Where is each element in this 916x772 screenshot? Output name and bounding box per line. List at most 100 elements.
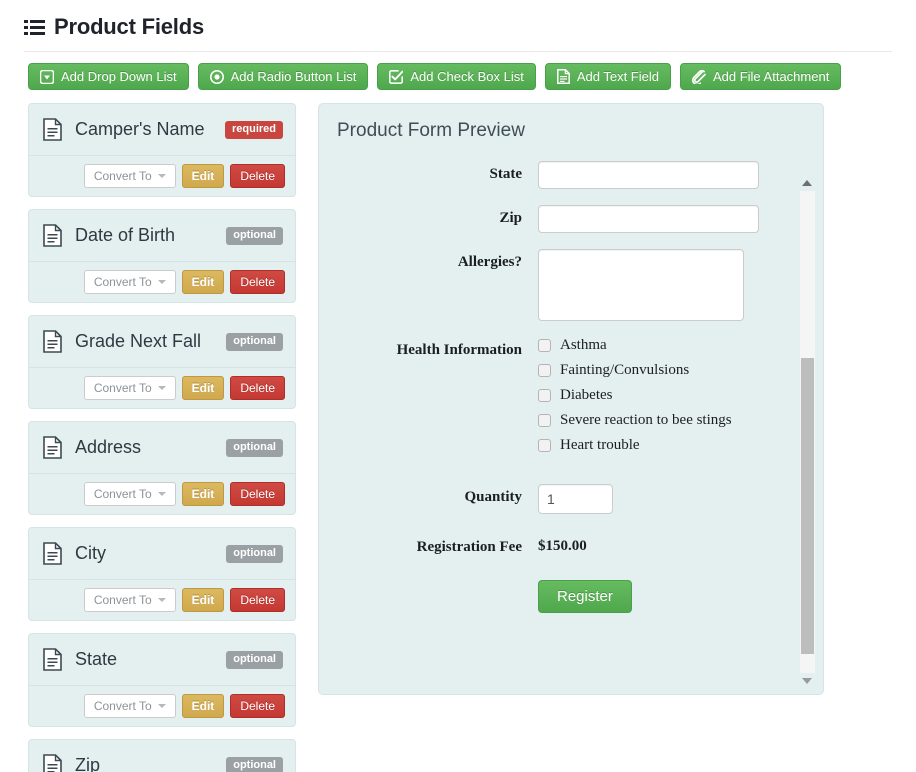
checkbox-option[interactable]: Fainting/Convulsions xyxy=(538,362,795,379)
field-card-actions: Convert To Edit Delete xyxy=(29,685,295,726)
quantity-input[interactable]: 1 xyxy=(538,484,613,514)
convert-to-label: Convert To xyxy=(93,593,152,607)
list-icon xyxy=(24,19,45,36)
add-check-box-list-button[interactable]: Add Check Box List xyxy=(377,63,536,90)
form-row-health-information: Health Information Asthma Fainting/Convu… xyxy=(319,337,795,462)
product-form-preview-panel: Product Form Preview State Zip Allergies… xyxy=(318,103,824,695)
checkbox-icon[interactable] xyxy=(538,389,551,402)
delete-button[interactable]: Delete xyxy=(230,270,285,294)
checkbox-icon[interactable] xyxy=(538,364,551,377)
checkbox-option[interactable]: Heart trouble xyxy=(538,437,795,454)
main-layout: Camper's Name required Convert To Edit D… xyxy=(0,90,916,772)
document-icon xyxy=(43,648,62,671)
field-name: Date of Birth xyxy=(75,225,176,245)
status-badge: optional xyxy=(226,438,283,457)
field-card-header: Date of Birth optional xyxy=(29,210,295,261)
form-row-quantity: Quantity 1 xyxy=(319,484,795,514)
chevron-down-icon xyxy=(157,598,166,602)
checkbox-icon[interactable] xyxy=(538,414,551,427)
field-name: State xyxy=(75,649,118,669)
edit-button[interactable]: Edit xyxy=(181,482,225,506)
scrollbar-thumb[interactable] xyxy=(801,358,814,654)
add-text-field-button[interactable]: Add Text Field xyxy=(544,63,671,90)
checkbox-label: Heart trouble xyxy=(560,437,640,453)
preview-scrollbar[interactable] xyxy=(800,178,815,686)
preview-column: Product Form Preview State Zip Allergies… xyxy=(318,103,824,695)
radio-icon xyxy=(209,69,224,84)
registration-fee-value: $150.00 xyxy=(538,538,587,554)
convert-to-label: Convert To xyxy=(93,169,152,183)
convert-to-dropdown[interactable]: Convert To xyxy=(83,164,176,188)
field-card: Grade Next Fall optional Convert To Edit… xyxy=(28,315,296,409)
form-row-registration-fee: Registration Fee $150.00 xyxy=(319,534,795,556)
field-card: Address optional Convert To Edit Delete xyxy=(28,421,296,515)
convert-to-dropdown[interactable]: Convert To xyxy=(83,588,176,612)
field-card: Camper's Name required Convert To Edit D… xyxy=(28,103,296,197)
button-label: Add Drop Down List xyxy=(61,69,177,84)
edit-button[interactable]: Edit xyxy=(181,164,225,188)
field-name: Camper's Name xyxy=(75,119,205,139)
document-icon xyxy=(43,542,62,565)
scroll-up-arrow-icon[interactable] xyxy=(802,180,812,186)
field-card: Date of Birth optional Convert To Edit D… xyxy=(28,209,296,303)
chevron-down-icon xyxy=(157,386,166,390)
status-badge: required xyxy=(224,120,283,139)
quantity-label: Quantity xyxy=(464,489,522,505)
document-icon xyxy=(43,436,62,459)
button-label: Add Radio Button List xyxy=(230,69,357,84)
add-radio-button-list-button[interactable]: Add Radio Button List xyxy=(197,63,369,90)
edit-button[interactable]: Edit xyxy=(181,588,225,612)
chevron-down-icon xyxy=(157,704,166,708)
edit-button[interactable]: Edit xyxy=(181,376,225,400)
convert-to-label: Convert To xyxy=(93,699,152,713)
field-card-actions: Convert To Edit Delete xyxy=(29,473,295,514)
checkbox-option[interactable]: Diabetes xyxy=(538,387,795,404)
status-badge: optional xyxy=(226,332,283,351)
document-icon xyxy=(43,754,62,772)
document-icon xyxy=(43,224,62,247)
form-row-state: State xyxy=(319,161,795,189)
convert-to-dropdown[interactable]: Convert To xyxy=(83,482,176,506)
field-card-header: Address optional xyxy=(29,422,295,473)
state-input[interactable] xyxy=(538,161,759,189)
page-header: Product Fields xyxy=(0,0,916,40)
convert-to-label: Convert To xyxy=(93,487,152,501)
checkbox-option[interactable]: Severe reaction to bee stings xyxy=(538,412,795,429)
convert-to-dropdown[interactable]: Convert To xyxy=(83,694,176,718)
health-information-label: Health Information xyxy=(396,342,522,358)
convert-to-dropdown[interactable]: Convert To xyxy=(83,270,176,294)
checkbox-icon[interactable] xyxy=(538,339,551,352)
convert-to-dropdown[interactable]: Convert To xyxy=(83,376,176,400)
dropdown-icon xyxy=(40,69,54,84)
delete-button[interactable]: Delete xyxy=(230,376,285,400)
allergies-label: Allergies? xyxy=(457,254,522,270)
submit-spacer xyxy=(319,580,538,585)
scroll-down-arrow-icon[interactable] xyxy=(802,678,812,684)
field-card-actions: Convert To Edit Delete xyxy=(29,155,295,196)
edit-button[interactable]: Edit xyxy=(181,270,225,294)
checkbox-icon[interactable] xyxy=(538,439,551,452)
delete-button[interactable]: Delete xyxy=(230,164,285,188)
paperclip-icon xyxy=(691,69,706,84)
chevron-down-icon xyxy=(157,280,166,284)
toolbar: Add Drop Down List Add Radio Button List… xyxy=(0,52,916,90)
add-drop-down-list-button[interactable]: Add Drop Down List xyxy=(28,63,189,90)
form-row-zip: Zip xyxy=(319,205,795,233)
allergies-textarea[interactable] xyxy=(538,249,744,321)
preview-title: Product Form Preview xyxy=(337,120,525,141)
delete-button[interactable]: Delete xyxy=(230,482,285,506)
status-badge: optional xyxy=(226,756,283,772)
register-button[interactable]: Register xyxy=(538,580,632,613)
field-name: Address xyxy=(75,437,142,457)
zip-input[interactable] xyxy=(538,205,759,233)
preview-form: State Zip Allergies? Health Information … xyxy=(319,161,823,694)
delete-button[interactable]: Delete xyxy=(230,588,285,612)
page-title: Product Fields xyxy=(54,14,204,39)
delete-button[interactable]: Delete xyxy=(230,694,285,718)
field-list: Camper's Name required Convert To Edit D… xyxy=(28,103,296,772)
add-file-attachment-button[interactable]: Add File Attachment xyxy=(679,63,842,90)
checkbox-option[interactable]: Asthma xyxy=(538,337,795,354)
edit-button[interactable]: Edit xyxy=(181,694,225,718)
health-information-options: Asthma Fainting/Convulsions Diabetes Sev… xyxy=(538,337,795,462)
field-card-header: City optional xyxy=(29,528,295,579)
